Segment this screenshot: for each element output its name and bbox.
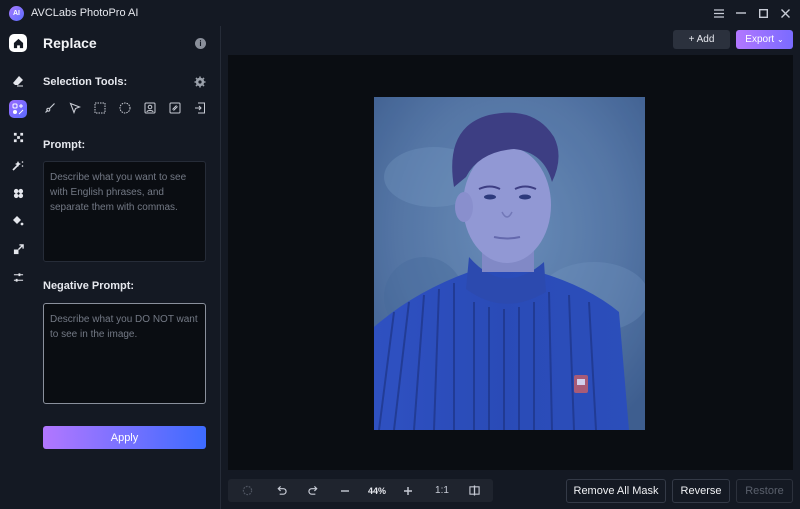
sliders-icon — [13, 272, 23, 282]
app-window: AI AVCLabs PhotoPro AI Replace i Selecti… — [0, 0, 800, 509]
expand-icon — [13, 132, 23, 142]
zoom-out-button[interactable] — [334, 479, 356, 502]
gear-icon[interactable] — [194, 75, 206, 88]
redo-button[interactable] — [302, 479, 324, 502]
close-icon — [780, 8, 790, 18]
loading-button[interactable] — [236, 479, 258, 502]
rectangle-tool[interactable] — [93, 101, 107, 115]
rectangle-select-icon — [94, 102, 106, 114]
flower-icon — [13, 188, 23, 198]
title-bar: AI AVCLabs PhotoPro AI — [0, 0, 800, 26]
rail-upscale-button[interactable] — [9, 240, 27, 258]
tool-rail — [0, 26, 36, 509]
logo-text: AI — [13, 9, 20, 17]
magic-icon — [12, 161, 24, 171]
rail-replace-button[interactable] — [9, 100, 27, 118]
apply-button[interactable]: Apply — [43, 426, 206, 449]
selection-tools — [43, 101, 207, 115]
actual-size-button[interactable]: 1:1 — [430, 479, 454, 502]
paint-bucket-icon — [13, 216, 24, 226]
window-controls — [710, 4, 794, 22]
chevron-down-icon: ⌄ — [776, 35, 784, 44]
rail-adjust-button[interactable] — [9, 268, 27, 286]
compare-button[interactable] — [463, 479, 485, 502]
rail-home-button[interactable] — [9, 34, 27, 52]
home-icon — [13, 38, 23, 48]
import-tool[interactable] — [193, 101, 207, 115]
import-icon — [195, 102, 205, 114]
background-select-icon — [169, 102, 181, 114]
image-canvas[interactable] — [228, 55, 793, 470]
replace-icon — [12, 103, 24, 115]
app-logo-icon: AI — [9, 5, 24, 21]
hamburger-icon — [714, 8, 724, 18]
rail-effects-button[interactable] — [9, 184, 27, 202]
panel-divider — [220, 26, 221, 509]
redo-icon — [307, 485, 318, 495]
brush-icon — [45, 103, 55, 113]
info-icon[interactable]: i — [195, 38, 206, 49]
minus-icon — [341, 489, 349, 492]
mask-overlay — [374, 97, 645, 430]
pointer-icon — [69, 102, 81, 114]
selection-tools-label: Selection Tools: — [43, 76, 128, 88]
ellipse-tool[interactable] — [118, 101, 132, 115]
masked-portrait-image — [374, 97, 645, 430]
panel-title: Replace — [43, 35, 97, 51]
zoom-level: 44% — [367, 485, 386, 496]
negative-prompt-label: Negative Prompt: — [43, 280, 135, 292]
plus-icon — [404, 486, 412, 495]
app-title: AVCLabs PhotoPro AI — [31, 7, 139, 19]
portrait-icon — [144, 102, 156, 114]
menu-button[interactable] — [710, 4, 728, 22]
close-button[interactable] — [776, 4, 794, 22]
maximize-icon — [758, 8, 768, 18]
reverse-button[interactable]: Reverse — [672, 479, 730, 503]
undo-icon — [276, 485, 287, 495]
spinner-icon — [242, 485, 252, 496]
maximize-button[interactable] — [754, 4, 772, 22]
rail-fill-button[interactable] — [9, 212, 27, 230]
rail-erase-button[interactable] — [9, 72, 27, 90]
brush-tool[interactable] — [43, 101, 57, 115]
undo-button[interactable] — [270, 479, 292, 502]
zoom-toolbar: 44% 1:1 — [228, 479, 493, 502]
rail-colorize-button[interactable] — [9, 156, 27, 174]
restore-button[interactable]: Restore — [736, 479, 793, 503]
prompt-input[interactable] — [43, 161, 206, 262]
prompt-label: Prompt: — [43, 139, 86, 151]
compare-icon — [468, 485, 480, 496]
add-button[interactable]: + Add — [673, 30, 730, 49]
eraser-icon — [13, 76, 23, 87]
ellipse-select-icon — [119, 102, 131, 114]
replace-panel: Replace i Selection Tools: Prompt: Descr… — [36, 26, 220, 509]
export-label: Export — [745, 34, 775, 45]
background-tool[interactable] — [168, 101, 182, 115]
upscale-icon — [13, 243, 24, 254]
zoom-in-button[interactable] — [397, 479, 419, 502]
lasso-tool[interactable] — [68, 101, 82, 115]
export-button[interactable]: Export ⌄ — [736, 30, 793, 49]
minimize-button[interactable] — [732, 4, 750, 22]
portrait-photo[interactable] — [374, 97, 645, 430]
negative-prompt-input[interactable] — [43, 303, 206, 404]
rail-crop-button[interactable] — [9, 128, 27, 146]
remove-all-mask-button[interactable]: Remove All Mask — [566, 479, 666, 503]
minimize-icon — [736, 12, 746, 14]
top-actions: + Add Export ⌄ — [673, 30, 793, 49]
portrait-tool[interactable] — [143, 101, 157, 115]
